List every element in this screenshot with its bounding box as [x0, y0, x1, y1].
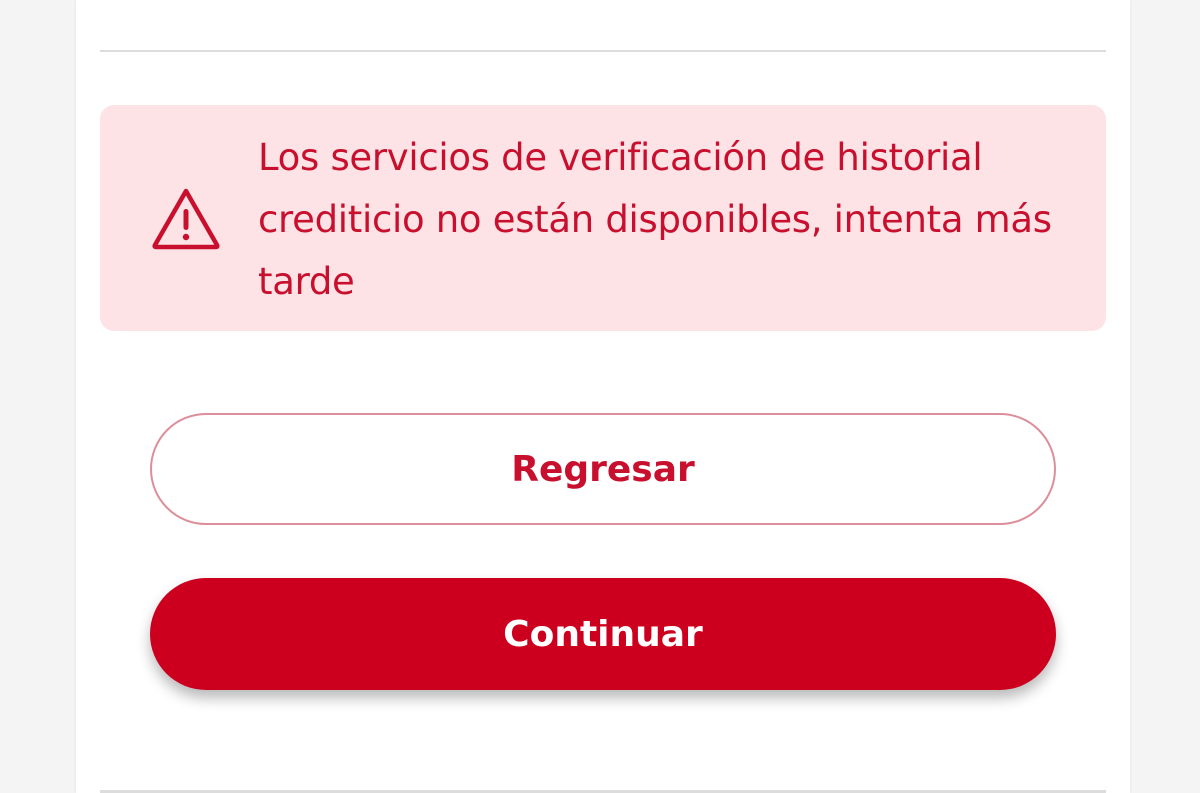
continue-button[interactable]: Continuar [150, 578, 1056, 690]
back-button[interactable]: Regresar [150, 413, 1056, 525]
warning-triangle-icon [150, 185, 222, 251]
top-divider [100, 50, 1106, 52]
alert-message: Los servicios de verificación de histori… [258, 136, 1052, 303]
error-alert: Los servicios de verificación de histori… [100, 105, 1106, 331]
content-card: Los servicios de verificación de histori… [76, 0, 1130, 793]
